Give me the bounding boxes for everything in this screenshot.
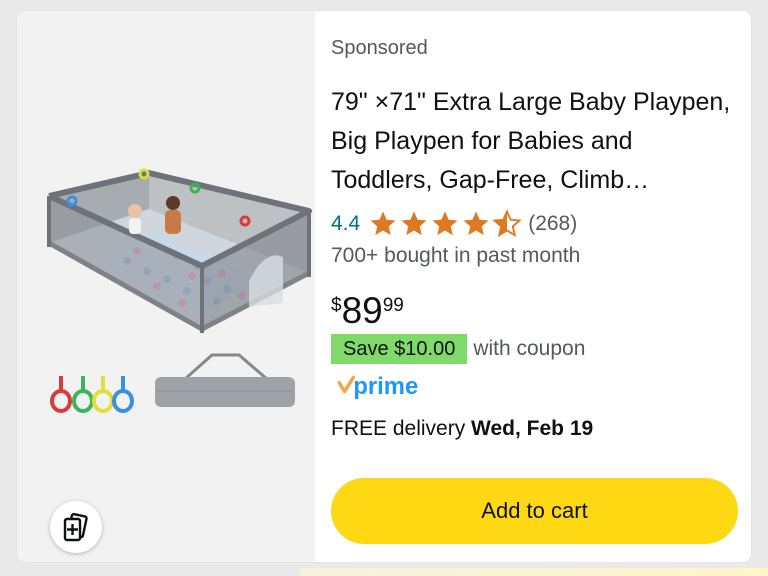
price-whole: 89: [341, 290, 383, 331]
view-in-room-icon: [63, 512, 88, 542]
star-icon: [463, 211, 489, 236]
product-card[interactable]: Sponsored 79" ×71" Extra Large Baby Play…: [17, 11, 751, 562]
star-rating[interactable]: [368, 209, 522, 239]
coupon-badge: Save $10.00: [331, 334, 468, 364]
add-to-cart-button[interactable]: Add to cart: [331, 478, 738, 544]
star-icon: [401, 211, 427, 236]
product-details: Sponsored 79" ×71" Extra Large Baby Play…: [331, 11, 741, 562]
sponsored-label: Sponsored: [331, 37, 428, 59]
product-image[interactable]: [17, 11, 315, 562]
rating-row[interactable]: 4.4 (268): [331, 209, 577, 239]
bought-in-past-month: 700+ bought in past month: [331, 244, 581, 267]
price-symbol: $: [331, 295, 342, 316]
delivery-info: FREE delivery Wed, Feb 19: [331, 417, 593, 441]
price: $ 89 99: [331, 289, 404, 333]
view-in-room-button[interactable]: [50, 501, 102, 553]
delivery-prefix: FREE delivery: [331, 417, 472, 440]
delivery-date: Wed, Feb 19: [471, 417, 594, 440]
price-fraction: 99: [382, 295, 404, 316]
rating-count[interactable]: (268): [528, 212, 577, 236]
prime-logo: prime: [337, 373, 418, 400]
rating-value[interactable]: 4.4: [331, 212, 360, 236]
bottom-strip: [300, 568, 768, 576]
star-icon: [370, 211, 396, 236]
prime-text: prime: [353, 373, 418, 400]
playpen-image: [47, 168, 312, 413]
coupon-row: Save $10.00 with coupon: [331, 334, 585, 364]
half-star-icon: [492, 209, 522, 238]
star-icon: [432, 211, 458, 236]
product-title[interactable]: 79" ×71" Extra Large Baby Playpen, Big P…: [331, 83, 731, 200]
coupon-text: with coupon: [473, 337, 586, 360]
